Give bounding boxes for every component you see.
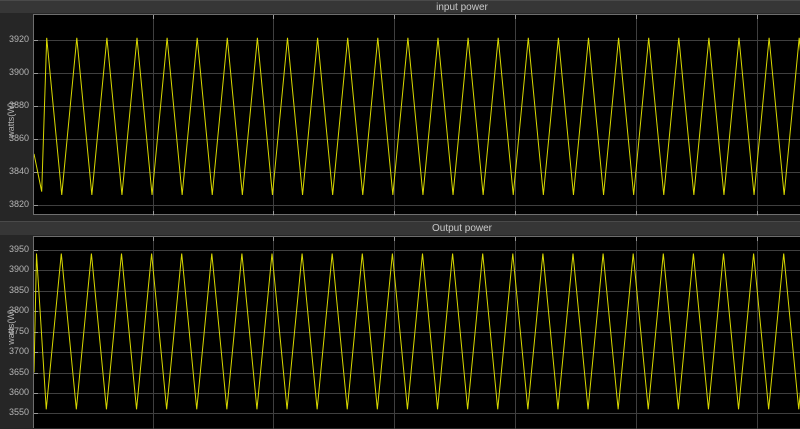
plot1-titlebar: input power [0, 0, 800, 13]
plot2-titlebar: Output power [0, 221, 800, 235]
y-tick-label: 3880 [0, 101, 29, 110]
y-tick-label: 3920 [0, 35, 29, 44]
y-tick-label: 3800 [0, 306, 29, 315]
y-tick-label: 3950 [0, 245, 29, 254]
plot2-canvas[interactable] [33, 236, 800, 428]
y-tick-label: 3840 [0, 167, 29, 176]
y-tick-label: 3750 [0, 327, 29, 336]
y-tick-label: 3900 [0, 265, 29, 274]
plot1-canvas[interactable] [33, 14, 800, 215]
y-tick-label: 3550 [0, 408, 29, 417]
waveform-trace [34, 253, 800, 409]
y-tick-label: 3860 [0, 134, 29, 143]
plot1-title: input power [436, 1, 488, 14]
y-tick-label: 3850 [0, 286, 29, 295]
y-tick-label: 3700 [0, 347, 29, 356]
plot2-title: Output power [432, 222, 492, 235]
y-tick-label: 3600 [0, 388, 29, 397]
scope-window: input power watts(W) 3920390038803860384… [0, 0, 800, 428]
waveform-trace [34, 38, 800, 195]
y-tick-label: 3820 [0, 200, 29, 209]
chart-svg [34, 15, 800, 216]
chart-svg [34, 237, 800, 429]
y-tick-label: 3650 [0, 368, 29, 377]
y-tick-label: 3900 [0, 68, 29, 77]
